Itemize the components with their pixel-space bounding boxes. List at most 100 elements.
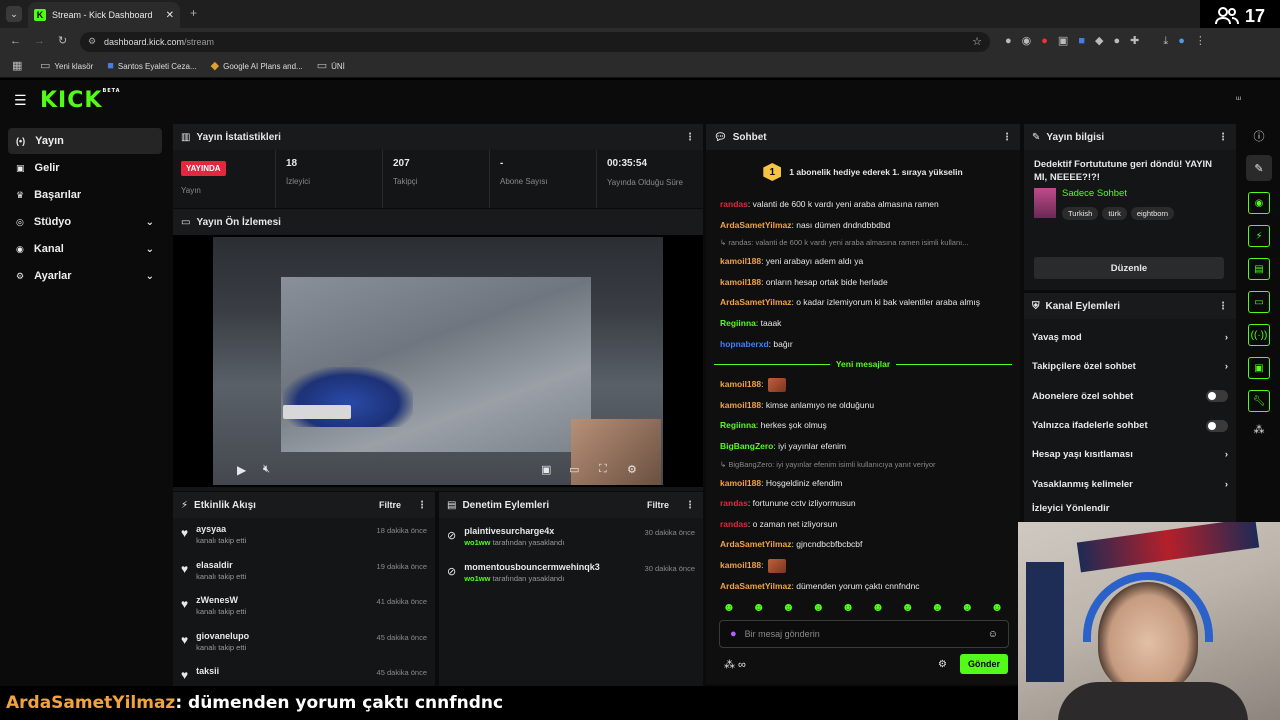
apps-grid-icon[interactable]: ▦ xyxy=(12,61,22,72)
chat-username[interactable]: kamoil188 xyxy=(720,277,761,287)
clipboard-icon[interactable]: ▤ xyxy=(1248,258,1270,280)
edit-stream-button[interactable]: Düzenle xyxy=(1034,257,1224,279)
emote-icon[interactable]: ☻ xyxy=(782,600,795,614)
sidebar-item-gelir[interactable]: ▣ Gelir xyxy=(8,155,162,181)
new-tab-icon[interactable]: + xyxy=(190,6,197,20)
chat-username[interactable]: kamoil188 xyxy=(720,379,761,389)
tag[interactable]: türk xyxy=(1102,207,1127,220)
tab-close-icon[interactable]: ✕ xyxy=(166,10,174,21)
chat-username[interactable]: ArdaSametYilmaz xyxy=(720,581,792,591)
chat-username[interactable]: hopnaberxd xyxy=(720,339,769,349)
action-account-age[interactable]: Hesap yaşı kısıtlaması › xyxy=(1024,440,1236,469)
video-player[interactable]: ▶ 🔇︎ ▣ ▭ ⛶ ⚙ xyxy=(173,235,703,487)
hamburger-menu-icon[interactable]: ☰ xyxy=(14,92,27,109)
mute-icon[interactable]: 🔇︎ xyxy=(263,463,270,476)
info-icon[interactable]: ⓘ xyxy=(1254,128,1265,144)
bookmark-folder[interactable]: ▭ ÜNİ xyxy=(317,61,345,72)
tag[interactable]: Turkish xyxy=(1062,207,1099,220)
kebab-menu-icon[interactable]: ⋮ xyxy=(1218,132,1228,143)
bookmark-link[interactable]: ■ Santos Eyaleti Ceza... xyxy=(107,61,196,72)
wrench-icon[interactable]: 🔧︎ xyxy=(1248,390,1270,412)
sidebar-item-ayarlar[interactable]: ⚙ Ayarlar ⌄ xyxy=(8,263,162,289)
category-thumbnail[interactable] xyxy=(1034,188,1056,218)
sidebar-item-studyo[interactable]: ◎ Stüdyo ⌄ xyxy=(8,209,162,235)
extension-icon[interactable]: ▣ xyxy=(1058,36,1068,47)
action-host[interactable]: İzleyici Yönlendir xyxy=(1024,499,1236,519)
kebab-menu-icon[interactable]: ⋮ xyxy=(685,132,695,143)
kebab-menu-icon[interactable]: ⋮ xyxy=(1218,301,1228,312)
user-avatar-icon[interactable]: ᵚ xyxy=(1236,94,1241,104)
chat-username[interactable]: BigBangZero xyxy=(720,441,773,451)
chat-username[interactable]: kamoil188 xyxy=(720,478,761,488)
emoji-picker-icon[interactable]: ☺ xyxy=(988,629,998,640)
action-banned-words[interactable]: Yasaklanmış kelimeler › xyxy=(1024,469,1236,498)
pip-icon[interactable]: ▣ xyxy=(541,463,551,476)
emote-icon[interactable]: ☻ xyxy=(931,600,944,614)
extension-icon[interactable]: ● xyxy=(1041,36,1048,47)
mic-icon[interactable]: ● xyxy=(730,628,737,640)
emote-icon[interactable]: ☻ xyxy=(812,600,825,614)
chat-username[interactable]: kamoil188 xyxy=(720,400,761,410)
chat-username[interactable]: ArdaSametYilmaz xyxy=(720,539,792,549)
tag[interactable]: eightborn xyxy=(1130,207,1175,220)
chat-username[interactable]: kamoil188 xyxy=(720,256,761,266)
extension-icon[interactable]: ● xyxy=(1005,36,1012,47)
extension-icon[interactable]: ◉ xyxy=(1022,36,1032,47)
emote-icon[interactable]: ☻ xyxy=(842,600,855,614)
emote-icon[interactable]: ☻ xyxy=(872,600,885,614)
emote-icon[interactable]: ☻ xyxy=(723,600,736,614)
edit-pencil-icon[interactable]: ✎ xyxy=(1246,155,1272,181)
moderation-filter-button[interactable]: Filtre xyxy=(647,500,669,510)
send-button[interactable]: Gönder xyxy=(960,654,1008,674)
emote-icon[interactable]: ☻ xyxy=(961,600,974,614)
bookmark-star-icon[interactable]: ☆ xyxy=(972,35,982,48)
emote-icon[interactable]: ☻ xyxy=(901,600,914,614)
extension-icon[interactable]: ■ xyxy=(1078,36,1085,47)
chat-settings-gear-icon[interactable]: ⚙ xyxy=(938,659,947,670)
bookmark-link[interactable]: ◆ Google AI Plans and... xyxy=(211,61,303,72)
chat-username[interactable]: Regiinna xyxy=(720,318,756,328)
profile-icon[interactable]: ● xyxy=(1178,36,1185,47)
chat-username[interactable]: ArdaSametYilmaz xyxy=(720,297,792,307)
chat-username[interactable]: randas xyxy=(720,498,748,508)
forward-icon[interactable]: → xyxy=(34,36,45,47)
fullscreen-icon[interactable]: ⛶ xyxy=(599,463,607,476)
activity-filter-button[interactable]: Filtre xyxy=(379,500,401,510)
category-name[interactable]: Sadece Sohbet xyxy=(1062,188,1178,199)
reload-icon[interactable]: ↻ xyxy=(58,36,67,47)
play-icon[interactable]: ▶ xyxy=(237,463,246,477)
lightning-icon[interactable]: ⚡︎ xyxy=(1248,225,1270,247)
chat-username[interactable]: randas xyxy=(720,199,748,209)
download-icon[interactable]: ⤓ xyxy=(1163,36,1168,47)
sidebar-item-basarilar[interactable]: ♛ Başarılar xyxy=(8,182,162,208)
chat-username[interactable]: kamoil188 xyxy=(720,560,761,570)
extension-icon[interactable]: ◆ xyxy=(1095,36,1103,47)
site-info-icon[interactable]: ⚙ xyxy=(88,36,96,47)
bookmark-folder[interactable]: ▭ Yeni klasör xyxy=(40,61,93,72)
extension-icon[interactable]: ● xyxy=(1113,36,1120,47)
points-icon[interactable]: ⁂ ∞ xyxy=(724,658,746,671)
emote-only-toggle[interactable] xyxy=(1206,419,1228,432)
chat-icon[interactable]: ▭ xyxy=(1248,291,1270,313)
kebab-menu-icon[interactable]: ⋮ xyxy=(1002,132,1012,143)
menu-kebab-icon[interactable]: ⋮ xyxy=(1195,36,1206,47)
action-slow-mode[interactable]: Yavaş mod › xyxy=(1024,323,1236,352)
kebab-menu-icon[interactable]: ⋮ xyxy=(417,500,427,511)
action-followers-only[interactable]: Takipçilere özel sohbet › xyxy=(1024,352,1236,381)
kebab-menu-icon[interactable]: ⋮ xyxy=(685,500,695,511)
kick-logo[interactable]: KICKBETA xyxy=(40,88,121,113)
pinned-gift-banner[interactable]: 1 1 abonelik hediye ederek 1. sıraya yük… xyxy=(706,150,1020,194)
chat-input[interactable]: ● Bir mesaj gönderin ☺ xyxy=(719,620,1009,648)
emote-icon[interactable]: ☻ xyxy=(991,600,1004,614)
emote-icon[interactable]: ☻ xyxy=(752,600,765,614)
url-bar[interactable]: ⚙ dashboard.kick.com/stream ☆ xyxy=(80,32,990,52)
sidebar-item-yayin[interactable]: (•) Yayın xyxy=(8,128,162,154)
archive-icon[interactable]: ▣ xyxy=(1248,357,1270,379)
puzzle-icon[interactable]: ✚ xyxy=(1130,36,1139,47)
subscribers-only-toggle[interactable] xyxy=(1206,390,1228,403)
chat-username[interactable]: Regiinna xyxy=(720,420,756,430)
browser-tab[interactable]: K Stream - Kick Dashboard ✕ xyxy=(28,2,180,28)
tab-search-icon[interactable]: ⌄ xyxy=(6,6,22,22)
chat-username[interactable]: randas xyxy=(720,519,748,529)
camera-icon[interactable]: ◉ xyxy=(1248,192,1270,214)
